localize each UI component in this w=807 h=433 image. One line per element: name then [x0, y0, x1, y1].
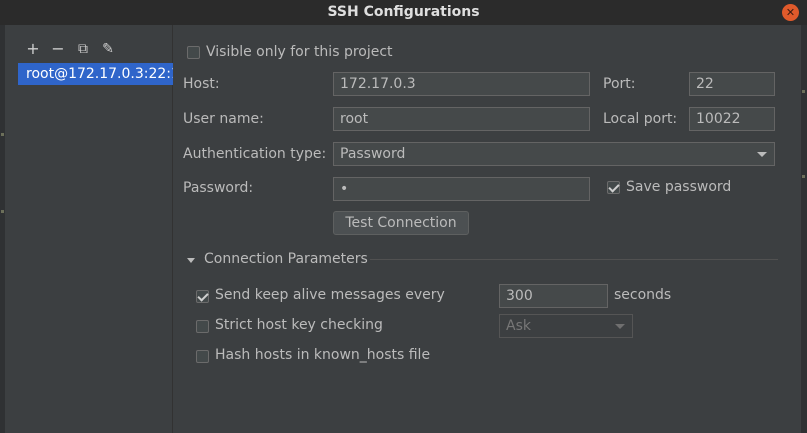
chevron-down-icon [757, 152, 767, 157]
background-window-edge-right [801, 25, 807, 433]
config-form: Visible only for this project Host: 172.… [173, 25, 801, 433]
window-title: SSH Configurations [327, 4, 480, 20]
title-bar: SSH Configurations ✕ [0, 0, 807, 25]
section-title: Connection Parameters [204, 251, 368, 267]
strict-host-value: Ask [506, 318, 531, 334]
section-divider [370, 259, 778, 260]
port-label: Port: [603, 76, 636, 92]
keep-alive-unit: seconds [614, 287, 672, 303]
close-icon[interactable]: ✕ [782, 4, 799, 21]
auth-type-value: Password [340, 146, 406, 162]
copy-icon[interactable]: ⧉ [74, 40, 92, 58]
local-port-input[interactable]: 10022 [689, 107, 775, 131]
sidebar: + − ⧉ ✎ root@172.17.0.3:22:10022 [5, 25, 173, 433]
keep-alive-label: Send keep alive messages every [215, 287, 445, 303]
strict-host-label: Strict host key checking [215, 317, 383, 333]
strict-host-checkbox[interactable] [196, 320, 209, 333]
save-password-label: Save password [626, 179, 732, 195]
hash-hosts-checkbox[interactable] [196, 350, 209, 363]
hash-hosts-label: Hash hosts in known_hosts file [215, 347, 431, 363]
save-password-checkbox[interactable] [607, 181, 620, 194]
config-list: root@172.17.0.3:22:10022 [18, 63, 173, 85]
username-label: User name: [183, 111, 264, 127]
visible-only-checkbox[interactable] [187, 46, 200, 59]
port-input[interactable]: 22 [689, 72, 775, 96]
local-port-label: Local port: [603, 111, 678, 127]
keep-alive-checkbox[interactable] [196, 290, 209, 303]
remove-icon[interactable]: − [49, 40, 67, 58]
strict-host-select: Ask [499, 314, 633, 338]
auth-type-label: Authentication type: [183, 146, 327, 162]
config-list-item[interactable]: root@172.17.0.3:22:10022 [18, 63, 173, 85]
host-label: Host: [183, 76, 220, 92]
auth-type-select[interactable]: Password [333, 142, 775, 166]
password-input[interactable]: • [333, 177, 590, 201]
chevron-down-icon [615, 324, 625, 329]
visible-only-label: Visible only for this project [206, 44, 393, 60]
username-input[interactable]: root [333, 107, 590, 131]
collapse-arrow-icon[interactable] [187, 258, 195, 263]
host-input[interactable]: 172.17.0.3 [333, 72, 590, 96]
edit-icon[interactable]: ✎ [99, 40, 117, 58]
test-connection-button[interactable]: Test Connection [333, 211, 469, 235]
keep-alive-input[interactable]: 300 [499, 284, 608, 308]
password-label: Password: [183, 180, 254, 196]
add-icon[interactable]: + [24, 40, 42, 58]
